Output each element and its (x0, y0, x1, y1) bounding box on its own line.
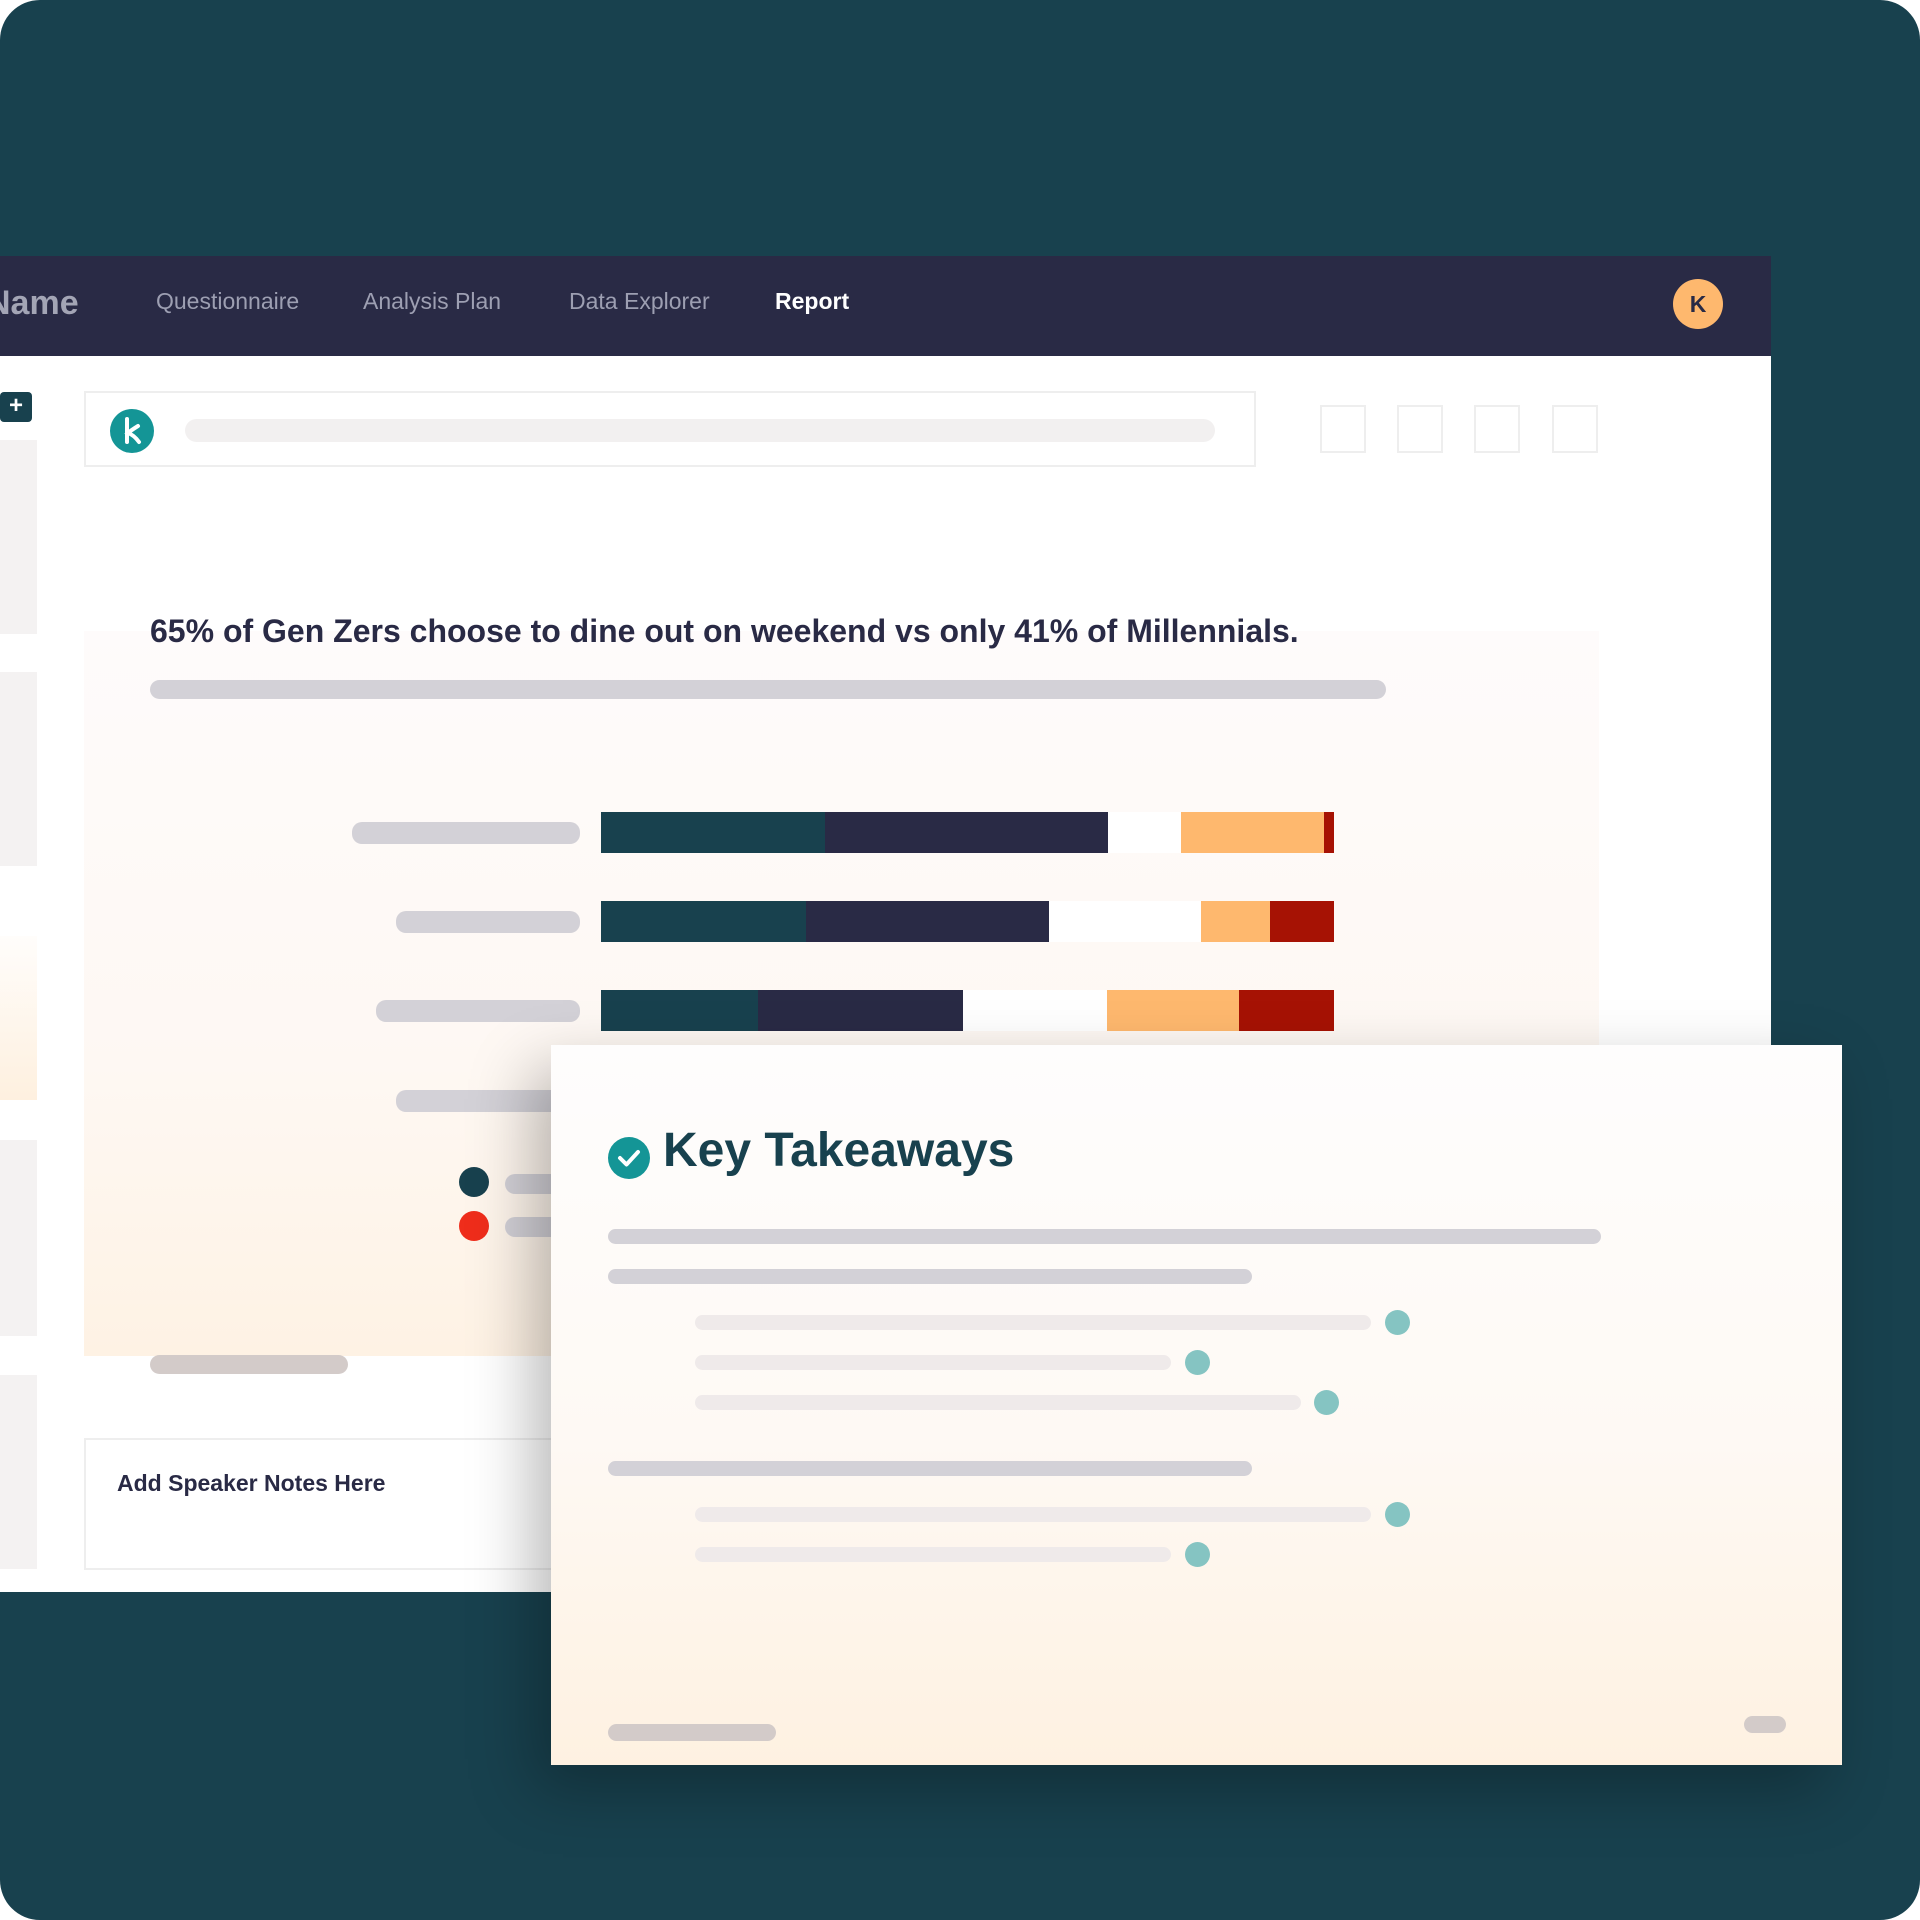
bullet-dot (1185, 1542, 1210, 1567)
bar-segment (601, 812, 826, 853)
takeaway-bullet-placeholder (695, 1355, 1171, 1370)
card-footer-placeholder (608, 1724, 776, 1741)
nav-questionnaire[interactable]: Questionnaire (156, 288, 299, 315)
toolbar-button[interactable] (1397, 405, 1443, 453)
takeaway-bullet-placeholder (695, 1315, 1371, 1330)
bullet-dot (1385, 1502, 1410, 1527)
nav-data-explorer[interactable]: Data Explorer (569, 288, 710, 315)
bar-segment (963, 990, 1108, 1031)
bullet-dot (1185, 1350, 1210, 1375)
avatar[interactable]: K (1673, 279, 1723, 329)
bar-segment (1323, 812, 1334, 853)
speaker-notes-field[interactable]: Add Speaker Notes Here (84, 1438, 584, 1570)
bar-segment (1107, 990, 1239, 1031)
legend-dot (459, 1167, 489, 1197)
bar-segment (1048, 901, 1201, 942)
slide-thumbnail[interactable] (0, 440, 37, 634)
takeaway-bullet-placeholder (695, 1507, 1371, 1522)
subtitle-placeholder (150, 680, 1386, 699)
bar-segment (601, 990, 758, 1031)
takeaway-text-placeholder (608, 1229, 1601, 1244)
app-backdrop: Name Questionnaire Analysis Plan Data Ex… (0, 0, 1920, 1920)
bar-segment (1238, 990, 1334, 1031)
bullet-dot (1385, 1310, 1410, 1335)
bar-segment (805, 901, 1049, 942)
project-name: Name (0, 284, 79, 322)
slide-thumbnail[interactable] (0, 1140, 37, 1336)
bar-row (601, 990, 1334, 1031)
bar-segment (601, 901, 806, 942)
add-slide-button[interactable]: + (0, 392, 32, 422)
bar-segment (757, 990, 964, 1031)
bar-row (601, 812, 1334, 853)
nav-report[interactable]: Report (775, 288, 849, 315)
check-circle-icon (608, 1137, 650, 1179)
slide-title-input[interactable] (185, 419, 1215, 442)
takeaway-bullet-placeholder (695, 1547, 1171, 1562)
k-logo-icon (110, 409, 154, 453)
key-takeaways-card: Key Takeaways (551, 1045, 1842, 1765)
bar-segment (1180, 812, 1324, 853)
nav-analysis-plan[interactable]: Analysis Plan (363, 288, 501, 315)
toolbar-button[interactable] (1552, 405, 1598, 453)
bar-segment (1270, 901, 1334, 942)
bar-segment (1108, 812, 1181, 853)
bar-label-placeholder (396, 911, 580, 933)
takeaway-text-placeholder (608, 1461, 1252, 1476)
slide-thumbnail[interactable] (0, 672, 37, 866)
slide-thumbnail-selected[interactable] (0, 936, 37, 1100)
bar-label-placeholder (352, 822, 580, 844)
speaker-notes-placeholder: Add Speaker Notes Here (117, 1470, 386, 1496)
bar-segment (825, 812, 1109, 853)
toolbar-button[interactable] (1320, 405, 1366, 453)
bullet-dot (1314, 1390, 1339, 1415)
page-number-placeholder (1744, 1716, 1786, 1733)
toolbar-button[interactable] (1474, 405, 1520, 453)
legend-dot (459, 1211, 489, 1241)
slide-thumbnail[interactable] (0, 1375, 37, 1569)
bar-segment (1200, 901, 1271, 942)
takeaway-text-placeholder (608, 1269, 1252, 1284)
source-placeholder (150, 1355, 348, 1374)
slide-toolbar (84, 391, 1256, 467)
slide-headline[interactable]: 65% of Gen Zers choose to dine out on we… (150, 613, 1299, 650)
top-nav: Name Questionnaire Analysis Plan Data Ex… (0, 256, 1771, 356)
bar-label-placeholder (376, 1000, 580, 1022)
key-takeaways-title: Key Takeaways (663, 1124, 1015, 1177)
bar-row (601, 901, 1334, 942)
takeaway-bullet-placeholder (695, 1395, 1301, 1410)
